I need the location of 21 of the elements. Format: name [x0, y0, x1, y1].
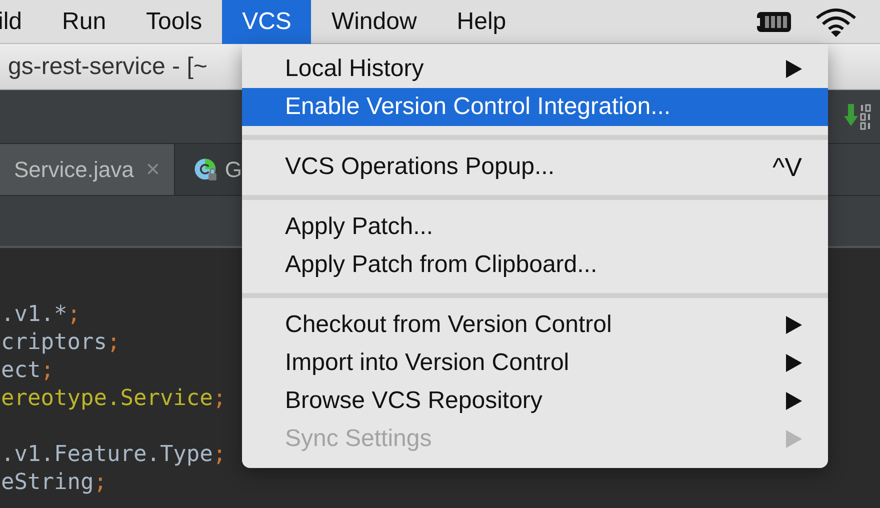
menu-title[interactable]: VCS [222, 0, 312, 44]
update-project-icon[interactable] [844, 102, 874, 132]
menu-item[interactable]: Import into Version Control [242, 344, 828, 382]
code-line: criptors; [1, 330, 120, 355]
editor-tab[interactable]: Service.java × [0, 144, 175, 195]
class-file-icon [192, 156, 219, 182]
menu-item[interactable]: Enable Version Control Integration... [242, 88, 828, 126]
menu-item[interactable]: Browse VCS Repository [242, 382, 828, 420]
code-line: eString; [1, 470, 107, 495]
menu-title[interactable]: Tools [126, 0, 222, 44]
menu-item[interactable]: Apply Patch from Clipboard... [242, 246, 828, 284]
shortcut-label: ^V [772, 152, 802, 182]
menu-title[interactable]: Run [42, 0, 126, 44]
code-line: ereotype.Service; [1, 386, 226, 411]
code-line: .v1.*; [1, 302, 80, 327]
menu-item[interactable]: Checkout from Version Control [242, 306, 828, 344]
code-line: ect; [1, 358, 54, 383]
menu-title[interactable]: Help [436, 0, 526, 44]
menu-title[interactable]: Window [311, 0, 437, 44]
wifi-icon[interactable] [814, 6, 858, 36]
code-line: .v1.Feature.Type; [1, 442, 226, 467]
